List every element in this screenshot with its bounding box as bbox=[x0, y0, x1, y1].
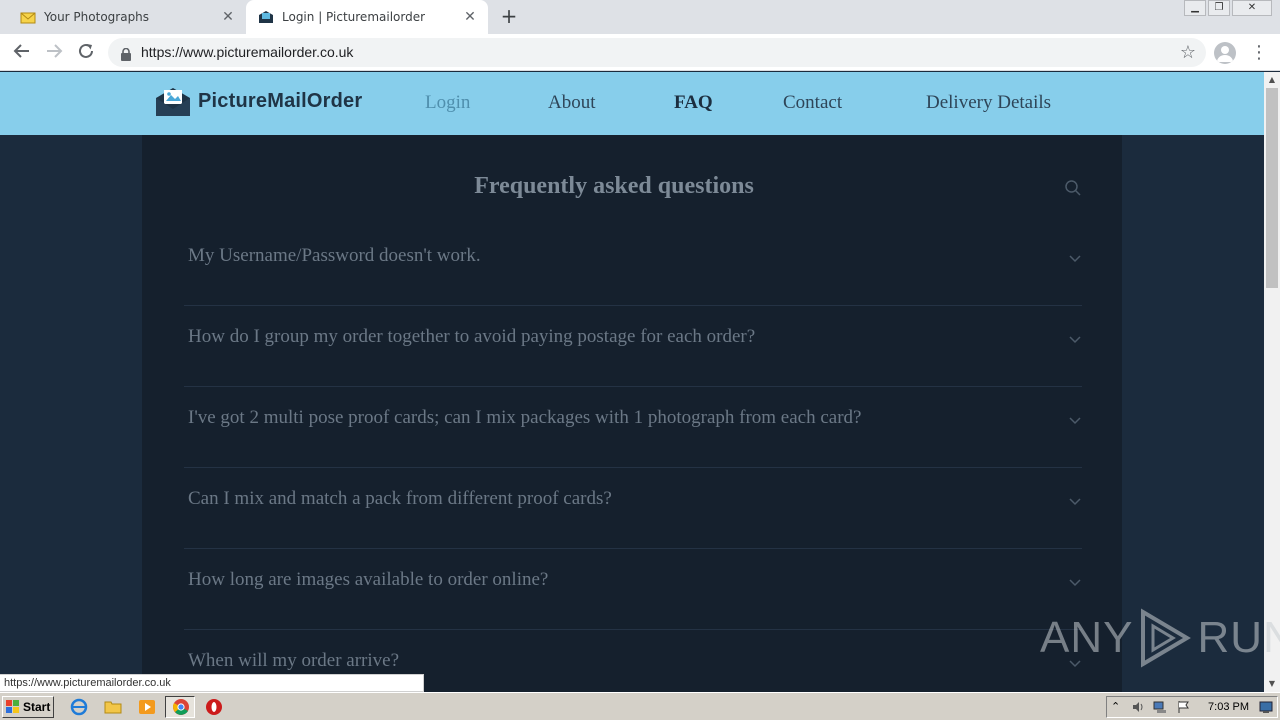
start-button[interactable]: Start bbox=[2, 696, 54, 718]
browser-tab-login[interactable]: Login | Picturemailorder ✕ bbox=[246, 0, 488, 34]
show-desktop-icon[interactable] bbox=[1259, 700, 1273, 714]
site-header: PictureMailOrder Login About FAQ Contact… bbox=[0, 72, 1264, 135]
nav-about[interactable]: About bbox=[548, 92, 596, 114]
watermark-text-right: RUN bbox=[1197, 613, 1280, 662]
chevron-down-icon bbox=[1069, 255, 1081, 263]
url-text: https://www.picturemailorder.co.uk bbox=[141, 44, 354, 60]
volume-icon[interactable] bbox=[1131, 700, 1145, 714]
faq-item[interactable]: My Username/Password doesn't work. bbox=[184, 225, 1082, 306]
faq-item[interactable]: Can I mix and match a pack from differen… bbox=[184, 468, 1082, 549]
tab-title: Your Photographs bbox=[44, 10, 150, 24]
browser-toolbar: https://www.picturemailorder.co.uk ☆ ⋮ bbox=[0, 34, 1280, 71]
bookmark-star-icon[interactable]: ☆ bbox=[1180, 42, 1196, 63]
minimize-icon[interactable]: ▁ bbox=[1184, 0, 1206, 16]
nav-faq[interactable]: FAQ bbox=[674, 92, 713, 114]
nav-delivery-details[interactable]: Delivery Details bbox=[926, 92, 1051, 114]
scroll-thumb[interactable] bbox=[1266, 88, 1278, 288]
scroll-up-arrow-icon[interactable]: ▲ bbox=[1264, 72, 1280, 88]
profile-avatar-icon[interactable] bbox=[1214, 42, 1236, 64]
logo-envelope-icon bbox=[156, 88, 190, 116]
chevron-down-icon bbox=[1069, 498, 1081, 506]
restore-icon[interactable]: ❐ bbox=[1208, 0, 1230, 16]
site-logo[interactable]: PictureMailOrder bbox=[156, 86, 362, 116]
faq-panel: Frequently asked questions My Username/P… bbox=[142, 135, 1122, 692]
system-tray: ⌃ 7:03 PM bbox=[1106, 696, 1278, 718]
internet-explorer-icon[interactable] bbox=[70, 698, 88, 716]
tab-title: Login | Picturemailorder bbox=[282, 10, 426, 24]
link-status-bubble: https://www.picturemailorder.co.uk bbox=[0, 674, 424, 692]
faq-question: My Username/Password doesn't work. bbox=[188, 245, 481, 266]
tab-close-icon[interactable]: ✕ bbox=[462, 9, 478, 25]
faq-item[interactable]: How long are images available to order o… bbox=[184, 549, 1082, 630]
browser-tab-your-photographs[interactable]: Your Photographs ✕ bbox=[0, 0, 246, 34]
back-arrow-icon[interactable] bbox=[12, 42, 32, 62]
faq-question: How do I group my order together to avoi… bbox=[188, 326, 756, 347]
chevron-down-icon bbox=[1069, 336, 1081, 344]
tab-close-icon[interactable]: ✕ bbox=[220, 9, 236, 25]
page-viewport: PictureMailOrder Login About FAQ Contact… bbox=[0, 72, 1264, 692]
browser-menu-icon[interactable]: ⋮ bbox=[1250, 42, 1268, 64]
faq-question: Can I mix and match a pack from differen… bbox=[188, 488, 612, 509]
action-center-flag-icon[interactable] bbox=[1177, 700, 1191, 714]
faq-item[interactable]: I've got 2 multi pose proof cards; can I… bbox=[184, 387, 1082, 468]
windows-taskbar: Start ⌃ 7:03 PM bbox=[0, 692, 1280, 720]
chrome-taskbar-button[interactable] bbox=[165, 696, 195, 718]
nav-contact[interactable]: Contact bbox=[783, 92, 842, 114]
search-icon[interactable] bbox=[1064, 179, 1082, 197]
anyrun-watermark: ANY RUN bbox=[1040, 608, 1280, 668]
faq-question: I've got 2 multi pose proof cards; can I… bbox=[188, 407, 862, 428]
chevron-down-icon bbox=[1069, 579, 1081, 587]
faq-question: When will my order arrive? bbox=[188, 650, 400, 671]
page-title: Frequently asked questions bbox=[474, 173, 754, 199]
chrome-icon bbox=[173, 699, 189, 715]
scroll-down-arrow-icon[interactable]: ▼ bbox=[1264, 676, 1280, 692]
lock-icon bbox=[120, 46, 132, 61]
address-bar[interactable]: https://www.picturemailorder.co.uk ☆ bbox=[108, 38, 1206, 67]
file-explorer-folder-icon[interactable] bbox=[104, 698, 122, 716]
logo-text: PictureMailOrder bbox=[198, 89, 363, 112]
window-close-icon[interactable]: ✕ bbox=[1232, 0, 1272, 16]
reload-icon[interactable] bbox=[76, 42, 96, 62]
new-tab-plus-icon[interactable]: + bbox=[498, 6, 520, 28]
envelope-icon bbox=[20, 9, 36, 25]
window-controls: ▁ ❐ ✕ bbox=[1184, 0, 1272, 16]
network-icon[interactable] bbox=[1153, 700, 1167, 714]
taskbar-clock[interactable]: 7:03 PM bbox=[1208, 701, 1249, 713]
start-label: Start bbox=[23, 700, 51, 714]
nav-login[interactable]: Login bbox=[425, 92, 470, 114]
forward-arrow-icon[interactable] bbox=[44, 42, 64, 62]
play-triangle-icon bbox=[1141, 608, 1192, 668]
faq-question: How long are images available to order o… bbox=[188, 569, 549, 590]
site-logo-icon bbox=[258, 9, 274, 25]
windows-logo-icon bbox=[6, 700, 19, 713]
chevron-down-icon bbox=[1069, 417, 1081, 425]
media-player-icon[interactable] bbox=[138, 698, 156, 716]
opera-icon[interactable] bbox=[205, 698, 223, 716]
watermark-text-left: ANY bbox=[1040, 613, 1134, 662]
tab-strip: Your Photographs ✕ Login | Picturemailor… bbox=[0, 0, 1280, 34]
page-scrollbar[interactable]: ▲ ▼ bbox=[1264, 72, 1280, 692]
faq-item[interactable]: How do I group my order together to avoi… bbox=[184, 306, 1082, 387]
show-hidden-icons-icon[interactable]: ⌃ bbox=[1111, 700, 1125, 714]
